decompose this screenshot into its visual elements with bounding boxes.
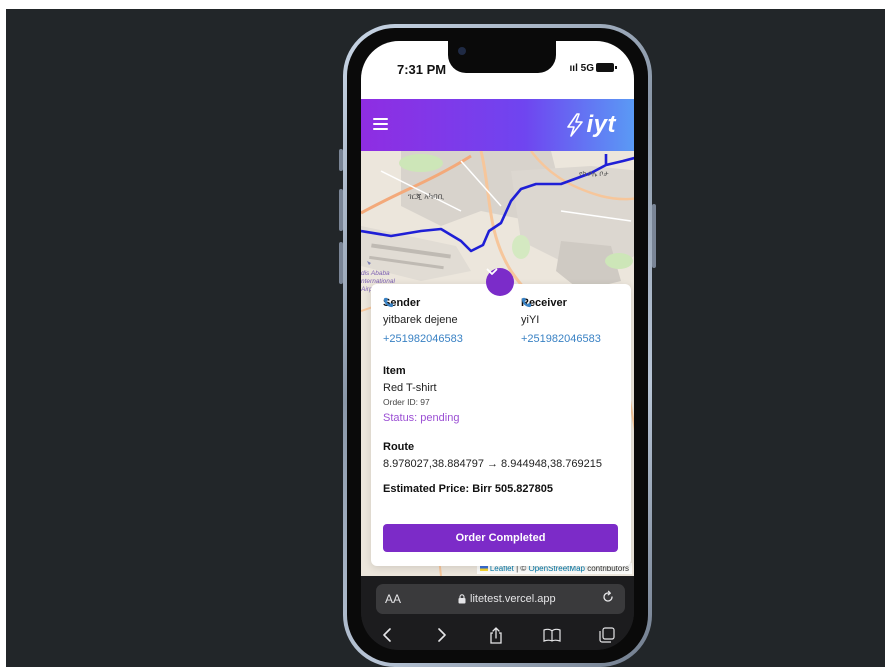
url-text: litetest.vercel.app (470, 593, 556, 605)
camera-icon (458, 47, 466, 55)
back-icon[interactable] (376, 624, 398, 646)
lightning-bolt-icon (567, 113, 584, 137)
order-details-card: Sender yitbarek dejene +251982046583 Rec… (371, 284, 631, 566)
collapse-card-button[interactable] (486, 268, 514, 296)
sender-phone: +251982046583 (383, 333, 463, 345)
item-label: Item (383, 365, 406, 377)
menu-icon[interactable] (373, 118, 388, 130)
lock-icon (458, 594, 466, 604)
phone-bezel: 7:31 PM ııl 5G iyt ገርጂ አካባቢ የካ ቦሌ ቦታ dis… (347, 28, 648, 663)
sender-section: Sender yitbarek dejene +251982046583 (383, 297, 463, 345)
background-stage: 7:31 PM ııl 5G iyt ገርጂ አካባቢ የካ ቦሌ ቦታ dis… (6, 9, 885, 667)
receiver-phone-link[interactable]: +251982046583 (521, 297, 601, 345)
mute-switch (339, 149, 343, 171)
battery-icon (596, 63, 617, 72)
status-time: 7:31 PM (397, 62, 447, 77)
sender-label: Sender (383, 297, 421, 309)
app-logo: iyt (566, 110, 616, 140)
forward-icon[interactable] (431, 624, 453, 646)
volume-down-button (339, 242, 343, 284)
route-section: Route 8.978027,38.884797 → 8.944948,38.7… (383, 441, 602, 470)
receiver-phone: +251982046583 (521, 333, 601, 345)
receiver-name: yiYI (521, 314, 540, 326)
tabs-icon[interactable] (596, 624, 618, 646)
order-status: Status: pending (383, 412, 460, 424)
text-size-button[interactable]: AA (385, 592, 401, 606)
order-completed-button[interactable]: Order Completed (383, 524, 618, 552)
logo-text: iyt (586, 111, 616, 138)
sender-phone-link[interactable]: +251982046583 (383, 297, 463, 345)
receiver-section: Receiver yiYI +251982046583 (521, 297, 601, 345)
address-bar[interactable]: AA litetest.vercel.app (376, 584, 625, 614)
phone-icon (383, 297, 394, 308)
phone-icon (521, 297, 532, 308)
app-header: iyt (361, 99, 634, 151)
order-id: Order ID: 97 (383, 397, 430, 407)
signal-bars-icon: ııl (569, 63, 578, 74)
item-section: Item Red T-shirt Order ID: 97 Status: pe… (383, 365, 459, 424)
power-button (652, 204, 656, 268)
signal-indicator: ııl 5G (570, 63, 594, 74)
phone-frame: 7:31 PM ııl 5G iyt ገርጂ አካባቢ የካ ቦሌ ቦታ dis… (339, 24, 656, 667)
sender-name: yitbarek dejene (383, 314, 458, 326)
notch (448, 41, 556, 73)
browser-toolbar: AA litetest.vercel.app (361, 576, 634, 650)
url-display[interactable]: litetest.vercel.app (458, 593, 556, 605)
map-view[interactable]: ገርጂ አካባቢ የካ ቦሌ ቦታ dis Ababa nternational… (361, 151, 634, 576)
bookmarks-icon[interactable] (541, 624, 563, 646)
map-label-addis: dis Ababa (361, 270, 390, 277)
map-label-yeka-bole: የካ ቦሌ ቦታ (579, 171, 609, 178)
estimated-price: Estimated Price: Birr 505.827805 (383, 483, 553, 495)
share-icon[interactable] (485, 624, 507, 646)
ukraine-flag-icon (479, 566, 488, 572)
volume-up-button (339, 189, 343, 231)
item-name: Red T-shirt (383, 382, 437, 394)
route-value: 8.978027,38.884797 → 8.944948,38.769215 (383, 458, 602, 470)
phone-screen: 7:31 PM ııl 5G iyt ገርጂ አካባቢ የካ ቦሌ ቦታ dis… (361, 41, 634, 650)
status-bar: 7:31 PM ııl 5G (361, 41, 634, 99)
map-label-gerji: ገርጂ አካባቢ (408, 192, 445, 201)
browser-nav-row (361, 624, 634, 648)
chevron-down-icon (486, 268, 498, 275)
network-type: 5G (580, 63, 594, 74)
receiver-label: Receiver (521, 297, 567, 309)
route-label: Route (383, 441, 415, 453)
reload-icon[interactable] (601, 590, 615, 609)
